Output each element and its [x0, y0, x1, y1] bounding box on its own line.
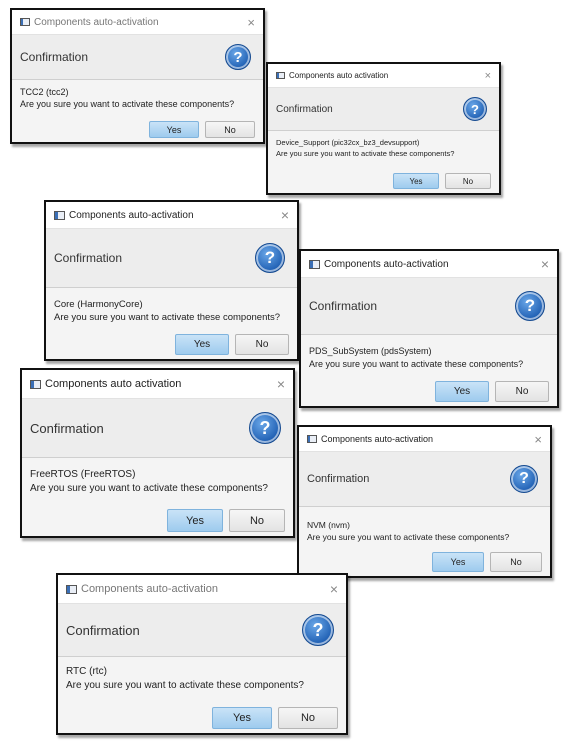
dialog-device-support: Components auto activation × Confirmatio… [266, 62, 501, 195]
dialog-core: Components auto-activation × Confirmatio… [44, 200, 299, 361]
question-text: Are you sure you want to activate these … [309, 359, 524, 369]
dialog-header: Confirmation ? [22, 398, 293, 458]
dialog-header: Confirmation ? [268, 87, 499, 131]
button-row: Yes No [432, 552, 542, 572]
yes-button[interactable]: Yes [212, 707, 272, 729]
question-text: Are you sure you want to activate these … [307, 532, 510, 542]
window-icon [307, 435, 317, 443]
window-icon [30, 379, 41, 389]
confirmation-heading: Confirmation [54, 251, 123, 265]
question-icon: ? [225, 44, 251, 70]
dialog-header: Confirmation ? [299, 451, 550, 507]
dialog-body: FreeRTOS (FreeRTOS) Are you sure you wan… [22, 458, 293, 536]
question-text: Are you sure you want to activate these … [276, 149, 455, 158]
title-bar: Components auto activation × [22, 370, 293, 398]
no-button[interactable]: No [490, 552, 542, 572]
no-button[interactable]: No [445, 173, 491, 189]
confirmation-heading: Confirmation [30, 420, 104, 436]
button-row: Yes No [393, 173, 491, 189]
component-name: TCC2 (tcc2) [20, 87, 69, 97]
no-button[interactable]: No [278, 707, 338, 729]
dialog-rtc: Components auto-activation × Confirmatio… [56, 573, 348, 735]
component-name: Device_Support (pic32cx_bz3_devsupport) [276, 138, 420, 147]
title-bar: Components auto-activation × [58, 575, 346, 603]
dialog-nvm: Components auto-activation × Confirmatio… [297, 425, 552, 578]
button-row: Yes No [435, 381, 549, 402]
dialog-body: Core (HarmonyCore) Are you sure you want… [46, 288, 297, 359]
window-title: Components auto-activation [69, 209, 194, 221]
window-title: Components auto-activation [81, 583, 218, 595]
close-icon[interactable]: × [277, 376, 285, 392]
close-icon[interactable]: × [247, 15, 255, 30]
yes-button[interactable]: Yes [175, 334, 229, 355]
no-button[interactable]: No [235, 334, 289, 355]
window-icon [276, 72, 285, 79]
dialog-tcc2: Components auto-activation × Confirmatio… [10, 8, 265, 144]
confirmation-heading: Confirmation [20, 50, 89, 64]
close-icon[interactable]: × [485, 70, 491, 82]
component-name: PDS_SubSystem (pdsSystem) [309, 346, 432, 356]
question-icon: ? [302, 614, 334, 646]
window-icon [66, 584, 77, 594]
window-icon [20, 18, 30, 26]
no-button[interactable]: No [495, 381, 549, 402]
confirmation-heading: Confirmation [276, 103, 333, 115]
dialog-body: NVM (nvm) Are you sure you want to activ… [299, 507, 550, 576]
question-icon: ? [463, 97, 487, 121]
yes-button[interactable]: Yes [149, 121, 199, 138]
title-bar: Components auto-activation × [301, 251, 557, 277]
no-button[interactable]: No [229, 509, 285, 532]
window-title: Components auto activation [289, 71, 389, 80]
question-text: Are you sure you want to activate these … [30, 483, 268, 494]
close-icon[interactable]: × [541, 256, 549, 272]
window-title: Components auto-activation [321, 434, 434, 444]
question-text: Are you sure you want to activate these … [20, 99, 235, 109]
dialog-header: Confirmation ? [46, 228, 297, 288]
question-text: Are you sure you want to activate these … [54, 312, 281, 323]
confirmation-heading: Confirmation [309, 299, 378, 313]
title-bar: Components auto-activation × [299, 427, 550, 451]
dialog-pds-subsystem: Components auto-activation × Confirmatio… [299, 249, 559, 408]
yes-button[interactable]: Yes [393, 173, 439, 189]
window-title: Components auto activation [45, 378, 182, 390]
close-icon[interactable]: × [330, 581, 338, 597]
question-text: Are you sure you want to activate these … [66, 680, 304, 691]
component-name: Core (HarmonyCore) [54, 299, 143, 310]
window-icon [309, 259, 320, 269]
confirmation-heading: Confirmation [66, 622, 140, 638]
yes-button[interactable]: Yes [435, 381, 489, 402]
question-icon: ? [255, 243, 285, 273]
button-row: Yes No [212, 707, 338, 729]
question-icon: ? [510, 465, 538, 493]
title-bar: Components auto-activation × [12, 10, 263, 34]
window-title: Components auto-activation [34, 16, 159, 28]
component-name: NVM (nvm) [307, 520, 350, 530]
window-icon [54, 210, 65, 220]
close-icon[interactable]: × [534, 432, 542, 447]
component-name: RTC (rtc) [66, 666, 107, 677]
button-row: Yes No [175, 334, 289, 355]
dialog-freertos: Components auto activation × Confirmatio… [20, 368, 295, 538]
dialog-body: PDS_SubSystem (pdsSystem) Are you sure y… [301, 335, 557, 406]
button-row: Yes No [149, 121, 255, 138]
dialog-header: Confirmation ? [12, 34, 263, 80]
no-button[interactable]: No [205, 121, 255, 138]
close-icon[interactable]: × [281, 207, 289, 223]
dialog-header: Confirmation ? [58, 603, 346, 657]
yes-button[interactable]: Yes [167, 509, 223, 532]
title-bar: Components auto-activation × [46, 202, 297, 228]
dialog-body: Device_Support (pic32cx_bz3_devsupport) … [268, 131, 499, 193]
window-title: Components auto-activation [324, 258, 449, 270]
yes-button[interactable]: Yes [432, 552, 484, 572]
question-icon: ? [515, 291, 545, 321]
confirmation-heading: Confirmation [307, 473, 370, 485]
question-icon: ? [249, 412, 281, 444]
title-bar: Components auto activation × [268, 64, 499, 87]
dialog-body: RTC (rtc) Are you sure you want to activ… [58, 657, 346, 733]
dialog-header: Confirmation ? [301, 277, 557, 335]
component-name: FreeRTOS (FreeRTOS) [30, 469, 136, 480]
dialog-body: TCC2 (tcc2) Are you sure you want to act… [12, 80, 263, 142]
button-row: Yes No [167, 509, 285, 532]
